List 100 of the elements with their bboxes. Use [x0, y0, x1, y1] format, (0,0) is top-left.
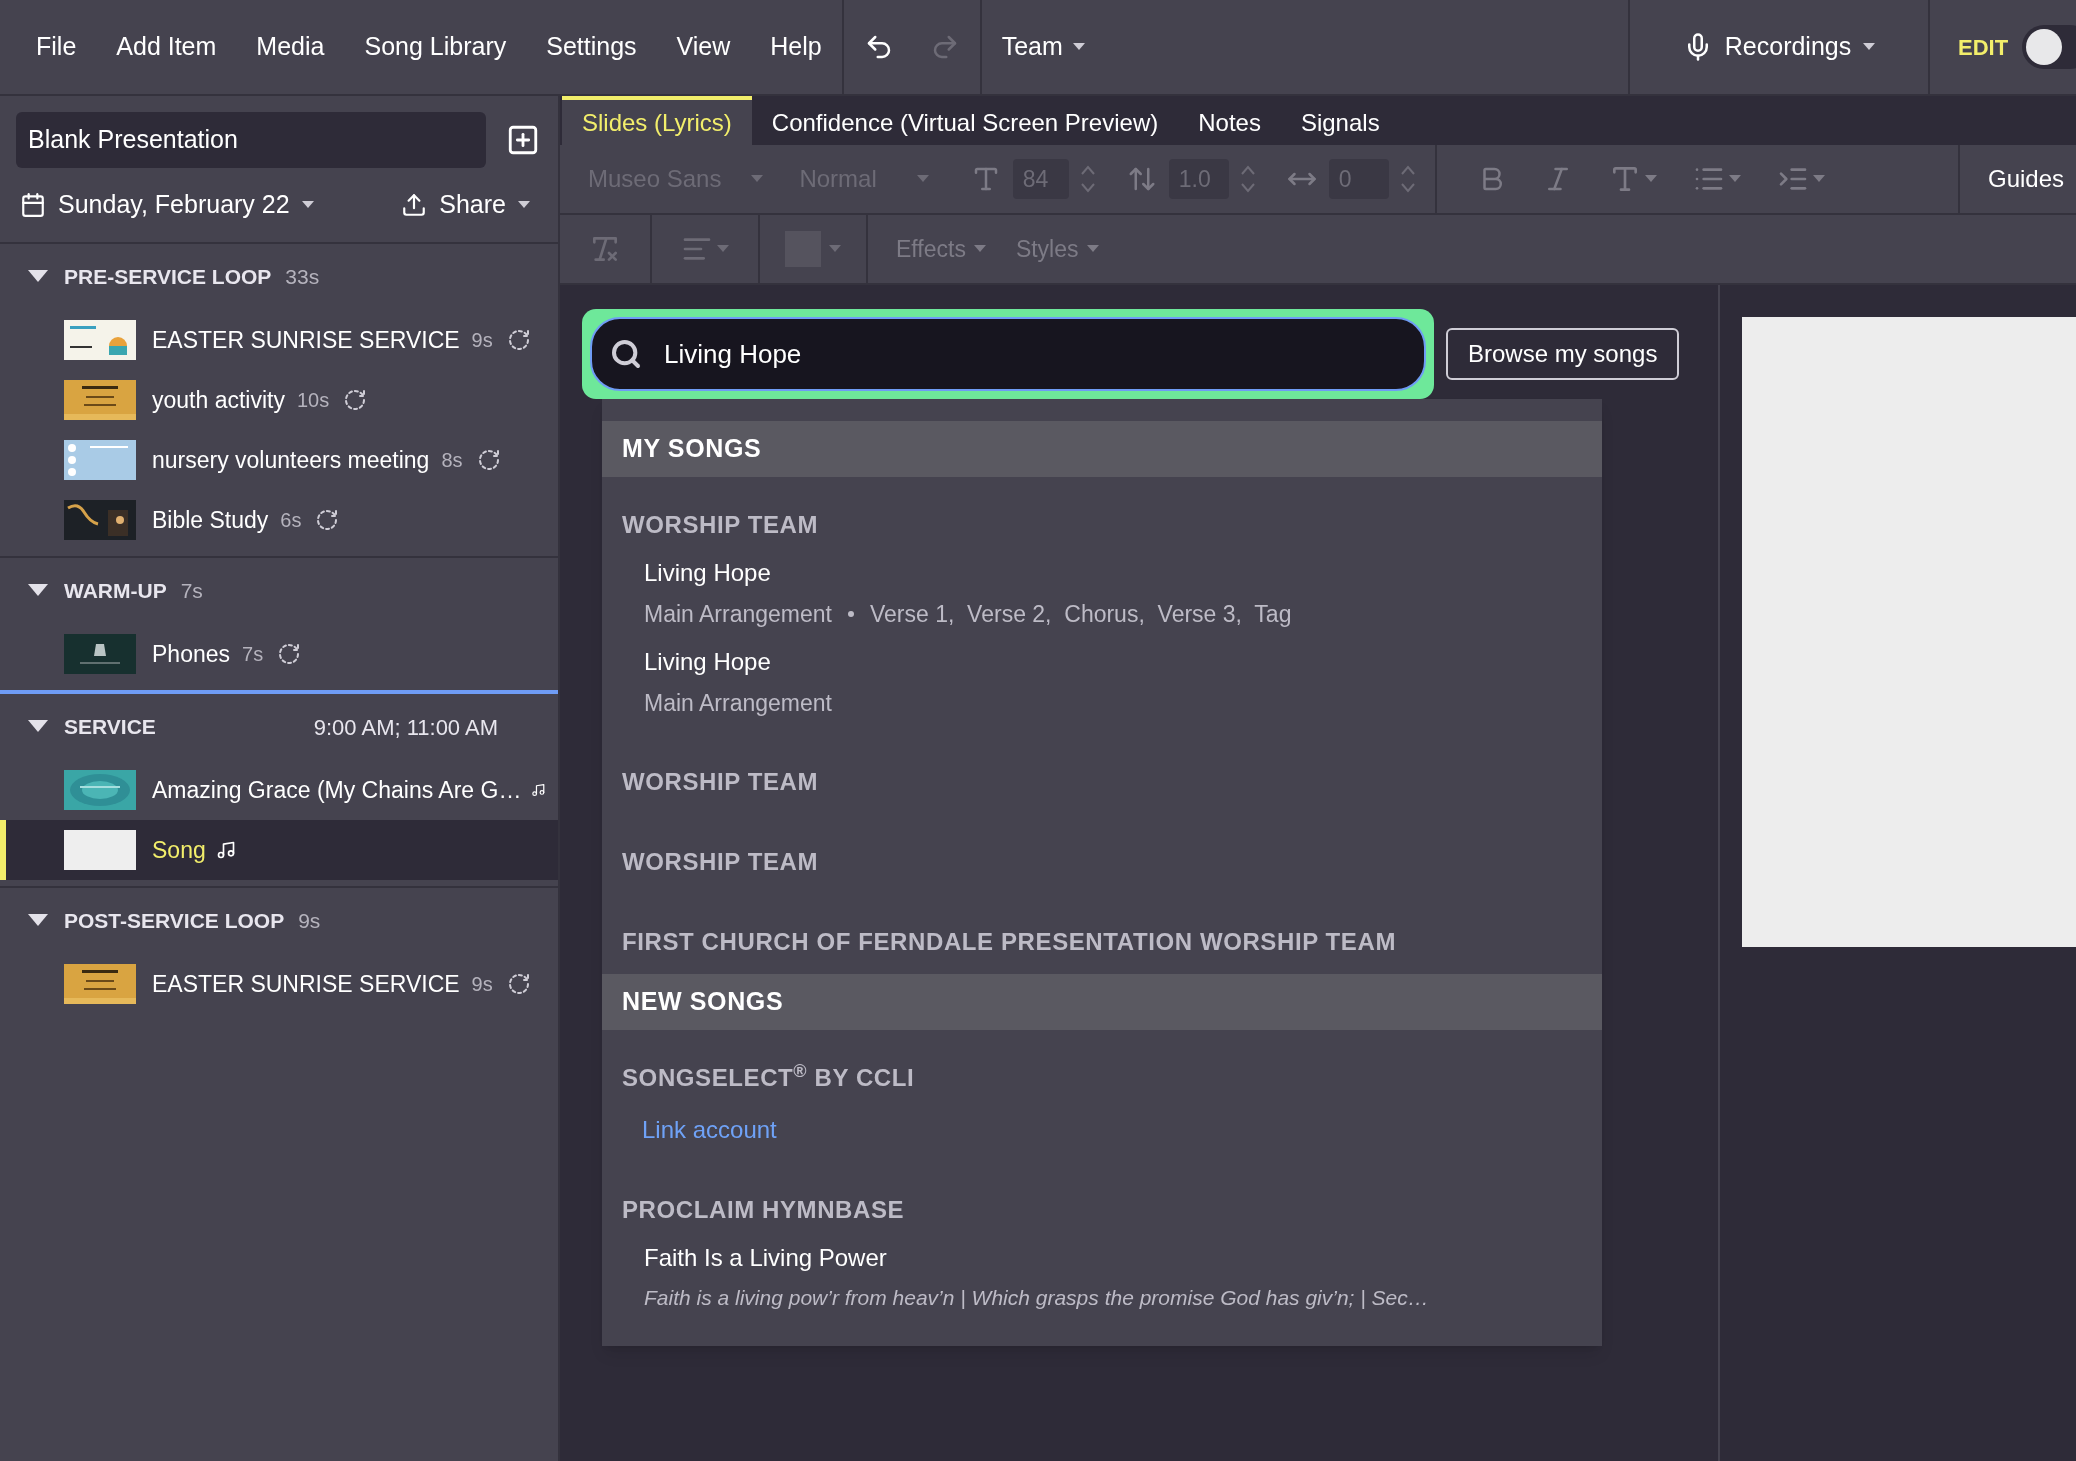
plan-item[interactable]: nursery volunteers meeting 8s — [0, 430, 558, 490]
item-title: Phones — [152, 639, 230, 669]
loop-icon — [315, 508, 340, 532]
menu-item[interactable]: Song Library — [364, 28, 507, 66]
section-title: WARM-UP — [64, 578, 167, 605]
expand-caret-icon[interactable] — [28, 720, 48, 734]
song-search-field[interactable]: Living Hope — [590, 317, 1426, 391]
expand-caret-icon[interactable] — [28, 914, 48, 928]
item-duration: 10s — [296, 388, 330, 413]
stepper-icon[interactable] — [1400, 163, 1415, 195]
stepper-icon[interactable] — [1240, 163, 1255, 195]
plan-item[interactable]: youth activity 10s — [0, 370, 558, 430]
menu-item[interactable]: Settings — [546, 28, 637, 66]
song-title: Living Hope — [644, 558, 772, 588]
tab[interactable]: Slides (Lyrics) — [562, 96, 752, 145]
results-section-header: NEW SONGS — [602, 974, 1602, 1030]
menu-item[interactable]: File — [36, 28, 77, 66]
item-title: EASTER SUNRISE SERVICE — [152, 969, 460, 999]
new-item-icon[interactable] — [506, 123, 540, 157]
expand-caret-icon[interactable] — [28, 584, 48, 598]
plan-item[interactable]: Amazing Grace (My Chains Are G… — [0, 760, 558, 820]
date-dropdown[interactable]: Sunday, February 22 — [20, 186, 314, 224]
stepper-icon[interactable] — [1080, 163, 1095, 195]
section-duration: 7s — [180, 578, 203, 605]
caret-icon — [751, 175, 764, 183]
loop-icon — [506, 328, 531, 352]
edit-label: EDIT — [1958, 33, 2009, 62]
song-result[interactable]: Faith Is a Living Power Faith is a living pow’r from heav’n | Which grasps the promise God has giv’n; | Sec… — [644, 1240, 1582, 1314]
plan-item[interactable]: EASTER SUNRISE SERVICE 9s — [0, 310, 558, 370]
source-title: WORSHIP TEAM — [622, 767, 820, 797]
item-duration: 8s — [441, 448, 463, 473]
section-times: 9:00 AM; 11:00 AM — [313, 713, 498, 742]
team-dropdown[interactable]: Team — [1001, 28, 1085, 66]
expand-caret-icon[interactable] — [28, 270, 48, 284]
menu-item[interactable]: Add Item — [116, 28, 217, 66]
lyrics-excerpt: Faith is a living pow’r from heav’n | Which grasps the promise God has giv’n; | Sec… — [644, 1285, 1430, 1311]
plan-item[interactable]: EASTER SUNRISE SERVICE 9s — [0, 954, 558, 1014]
item-title: Amazing Grace (My Chains Are G… — [152, 775, 522, 805]
arrangement-name: Main Arrangement — [644, 688, 832, 718]
tab[interactable]: Signals — [1280, 96, 1400, 145]
item-duration: 6s — [280, 508, 302, 533]
source-title: SONGSELECT$^{®}$ BY CCLI — [622, 1060, 916, 1093]
share-icon — [401, 192, 428, 218]
song-title: Faith Is a Living Power — [644, 1243, 888, 1273]
menu-item[interactable]: Help — [770, 28, 822, 66]
song-sections: Verse 1, Verse 2, Chorus, Verse 3, Tag — [869, 597, 1292, 632]
recordings-dropdown[interactable]: Recordings — [1682, 28, 1876, 66]
loop-icon — [506, 972, 531, 996]
item-title: youth activity — [152, 385, 285, 415]
source-title: WORSHIP TEAM — [622, 847, 820, 877]
caret-icon — [1728, 175, 1741, 183]
section-duration: 9s — [298, 908, 321, 935]
item-duration: 9s — [471, 972, 493, 997]
caret-icon — [973, 245, 986, 253]
section-title: POST-SERVICE LOOP — [64, 908, 285, 935]
caret-icon — [518, 201, 530, 209]
browse-songs-button[interactable]: Browse my songs — [1446, 328, 1680, 380]
source-title: WORSHIP TEAM — [622, 510, 820, 540]
item-duration: 7s — [242, 642, 264, 667]
song-result[interactable]: Living Hope Main Arrangement — [644, 643, 1582, 720]
item-duration: 9s — [471, 328, 493, 353]
link-account-link[interactable]: Link account — [642, 1112, 1582, 1148]
tab[interactable]: Confidence (Virtual Screen Preview) — [751, 96, 1179, 145]
song-result[interactable]: Living Hope Main Arrangement Verse 1, Verse 2, Chorus, Verse 3, Tag — [644, 555, 1582, 632]
calendar-icon — [20, 192, 46, 218]
caret-icon — [916, 175, 929, 183]
loop-icon — [277, 642, 302, 666]
share-button[interactable]: Share — [401, 186, 530, 224]
results-section-header: MY SONGS — [602, 421, 1602, 477]
item-title: Song — [152, 835, 206, 865]
item-title: Bible Study — [152, 505, 269, 535]
caret-icon — [1086, 245, 1099, 253]
menu-item[interactable]: Media — [256, 28, 325, 66]
search-text: Living Hope — [664, 337, 802, 371]
source-title: FIRST CHURCH OF FERNDALE PRESENTATION WORSHIP TEAM — [622, 927, 1397, 957]
plan-item[interactable]: Song — [0, 820, 558, 880]
section-duration: 33s — [285, 264, 320, 291]
caret-icon — [1644, 175, 1657, 183]
edit-toggle[interactable] — [2022, 25, 2076, 69]
arrangement-name: Main Arrangement — [644, 600, 832, 629]
section-title: SERVICE — [64, 714, 156, 741]
tab[interactable]: Notes — [1178, 96, 1281, 145]
plan-item[interactable]: Bible Study 6s — [0, 490, 558, 550]
caret-icon — [1072, 43, 1085, 51]
caret-icon — [829, 245, 841, 253]
caret-icon — [717, 245, 729, 253]
caret-icon — [1812, 175, 1825, 183]
caret-icon — [301, 201, 314, 209]
source-title: PROCLAIM HYMNBASE — [622, 1195, 906, 1225]
menu-item[interactable]: View — [676, 28, 731, 66]
plan-item[interactable]: Phones 7s — [0, 624, 558, 684]
presentation-title-field[interactable]: Blank Presentation — [16, 112, 486, 168]
item-title: EASTER SUNRISE SERVICE — [152, 325, 460, 355]
item-title: nursery volunteers meeting — [152, 445, 430, 475]
section-title: PRE-SERVICE LOOP — [64, 264, 272, 291]
song-title: Living Hope — [644, 646, 772, 677]
search-icon — [610, 338, 642, 370]
loop-icon — [343, 388, 368, 412]
loop-icon — [476, 448, 501, 472]
slide-thumbnail — [64, 830, 136, 870]
